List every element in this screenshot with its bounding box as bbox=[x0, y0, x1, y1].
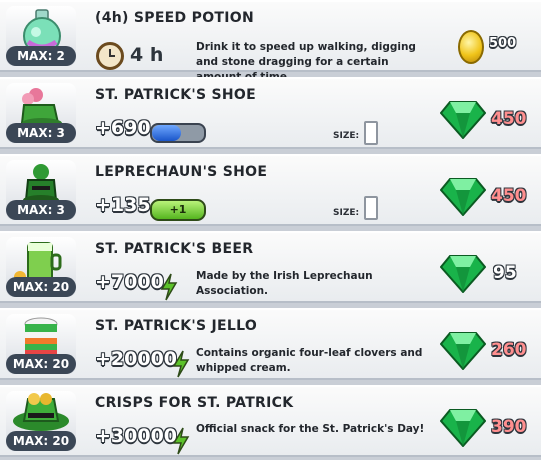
item-stat-value: +30000 bbox=[95, 425, 178, 447]
shop-item-list: MAX: 2 (4h) SPEED POTION 4 h Drink it to… bbox=[0, 0, 541, 460]
item-price: 95 bbox=[493, 263, 517, 283]
max-quantity-badge: MAX: 20 bbox=[6, 277, 76, 297]
item-name: CRISPS FOR ST. PATRICK bbox=[95, 395, 294, 411]
item-stat-value: +135 bbox=[95, 194, 151, 216]
energy-bolt-icon bbox=[160, 273, 178, 301]
size-label: SIZE: bbox=[333, 131, 360, 141]
item-stat-value: +690 bbox=[95, 117, 151, 139]
size-indicator bbox=[364, 121, 378, 145]
item-thumbnail: MAX: 20 bbox=[6, 314, 76, 374]
shop-item-st-patricks-jello[interactable]: MAX: 20 ST. PATRICK'S JELLO +20000 Conta… bbox=[0, 308, 541, 380]
item-price: 500 bbox=[489, 36, 517, 51]
item-price: 390 bbox=[491, 417, 527, 437]
item-thumbnail: MAX: 3 bbox=[6, 160, 76, 220]
shop-item-speed-potion[interactable]: MAX: 2 (4h) SPEED POTION 4 h Drink it to… bbox=[0, 0, 541, 83]
item-price: 450 bbox=[491, 186, 527, 206]
item-name: ST. PATRICK'S BEER bbox=[95, 241, 254, 257]
item-price: 260 bbox=[491, 340, 527, 360]
max-quantity-badge: MAX: 20 bbox=[6, 354, 76, 374]
energy-bolt-icon bbox=[172, 350, 190, 378]
coin-icon bbox=[458, 30, 484, 64]
item-thumbnail: MAX: 3 bbox=[6, 83, 76, 143]
shop-item-leprechauns-shoe[interactable]: MAX: 3 LEPRECHAUN'S SHOE +135 +1 SIZE: 4… bbox=[0, 154, 541, 226]
item-name: (4h) SPEED POTION bbox=[95, 10, 254, 26]
max-quantity-badge: MAX: 20 bbox=[6, 431, 76, 451]
emerald-gem-icon bbox=[440, 332, 486, 370]
item-stat-value: +7000 bbox=[95, 271, 164, 293]
item-price: 450 bbox=[491, 109, 527, 129]
size-label: SIZE: bbox=[333, 208, 360, 218]
item-name: ST. PATRICK'S JELLO bbox=[95, 318, 258, 334]
progress-bar bbox=[150, 123, 206, 143]
shop-item-st-patricks-shoe[interactable]: MAX: 3 ST. PATRICK'S SHOE +690 SIZE: 450 bbox=[0, 77, 541, 149]
energy-bolt-icon bbox=[172, 427, 190, 455]
item-stat-value: +20000 bbox=[95, 348, 178, 370]
progress-bar-fill bbox=[152, 125, 181, 141]
max-quantity-badge: MAX: 2 bbox=[6, 46, 76, 66]
emerald-gem-icon bbox=[440, 178, 486, 216]
item-thumbnail: MAX: 2 bbox=[6, 6, 76, 66]
item-name: ST. PATRICK'S SHOE bbox=[95, 87, 256, 103]
energy-bonus-badge: +1 bbox=[150, 199, 206, 221]
item-thumbnail: MAX: 20 bbox=[6, 237, 76, 297]
max-quantity-badge: MAX: 3 bbox=[6, 123, 76, 143]
emerald-gem-icon bbox=[440, 409, 486, 447]
item-description: Contains organic four-leaf clovers and w… bbox=[196, 347, 423, 374]
item-name: LEPRECHAUN'S SHOE bbox=[95, 164, 268, 180]
emerald-gem-icon bbox=[440, 255, 486, 293]
item-description: Official snack for the St. Patrick's Day… bbox=[196, 423, 425, 435]
effect-duration: 4 h bbox=[130, 44, 164, 66]
size-indicator bbox=[364, 196, 378, 220]
clock-icon bbox=[96, 42, 124, 70]
shop-item-st-patricks-beer[interactable]: MAX: 20 ST. PATRICK'S BEER +7000 Made by… bbox=[0, 231, 541, 303]
shop-item-crisps-for-st-patrick[interactable]: MAX: 20 CRISPS FOR ST. PATRICK +30000 Of… bbox=[0, 385, 541, 457]
emerald-gem-icon bbox=[440, 101, 486, 139]
item-thumbnail: MAX: 20 bbox=[6, 391, 76, 451]
max-quantity-badge: MAX: 3 bbox=[6, 200, 76, 220]
item-description: Made by the Irish Leprechaun Association… bbox=[196, 270, 373, 297]
